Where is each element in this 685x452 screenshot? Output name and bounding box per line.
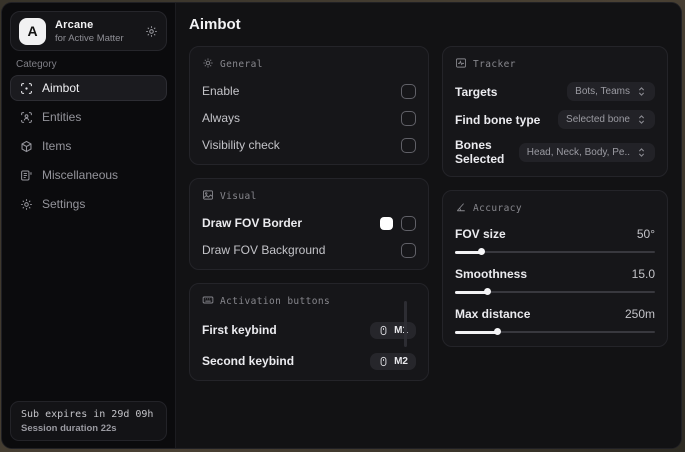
arcane-window: A Arcane for Active Matter Category Aimb… <box>1 2 682 449</box>
second-keybind-button[interactable]: M2 <box>370 352 416 370</box>
slider-handle[interactable] <box>484 288 491 295</box>
brand-card: A Arcane for Active Matter <box>10 11 167 51</box>
max-distance-slider[interactable] <box>455 328 655 336</box>
general-card: General Enable Always Visibility check <box>189 46 429 165</box>
visibility-check-checkbox[interactable] <box>401 137 416 153</box>
sun-gear-icon <box>202 57 214 72</box>
mouse-icon <box>380 325 387 335</box>
unfold-icon <box>638 87 645 96</box>
keybind-row: Second keybind M2 <box>202 352 416 370</box>
slider-row: Smoothness 15.0 <box>455 265 655 296</box>
setting-row: Enable <box>202 82 416 100</box>
brand-logo: A <box>19 17 46 45</box>
gear-icon <box>20 198 33 211</box>
setting-row: Visibility check <box>202 136 416 154</box>
slider-value: 250m <box>624 307 655 321</box>
fov-size-slider[interactable] <box>455 248 655 256</box>
page-title: Aimbot <box>189 16 241 33</box>
sidebar-item-label: Entities <box>42 110 82 124</box>
sidebar-item-label: Aimbot <box>42 81 80 95</box>
list-panel-icon <box>20 169 33 182</box>
card-title: General <box>220 59 263 70</box>
sidebar-item-items[interactable]: Items <box>10 133 167 159</box>
smoothness-slider[interactable] <box>455 288 655 296</box>
setting-row: Targets Bots, Teams <box>455 82 655 101</box>
sidebar-item-entities[interactable]: Entities <box>10 104 167 130</box>
keyboard-icon <box>202 294 214 309</box>
gear-icon[interactable] <box>145 25 158 38</box>
radar-pulse-icon <box>455 57 467 72</box>
tracker-card: Tracker Targets Bots, Teams Find bone ty… <box>442 46 668 177</box>
slider-value: 50° <box>636 227 655 241</box>
angle-icon <box>455 201 467 216</box>
draw-fov-background-checkbox[interactable] <box>401 242 416 258</box>
card-title: Visual <box>220 191 257 202</box>
setting-row: Find bone type Selected bone <box>455 110 655 129</box>
sidebar-item-label: Miscellaneous <box>42 168 119 182</box>
sidebar-item-label: Settings <box>42 197 86 211</box>
accuracy-card: Accuracy FOV size 50° Smoothness 15.0 Ma… <box>442 190 668 347</box>
slider-row: FOV size 50° <box>455 225 655 256</box>
game-backdrop: A Arcane for Active Matter Category Aimb… <box>0 0 685 452</box>
brand-name: Arcane <box>55 18 94 31</box>
sidebar-item-label: Items <box>42 139 72 153</box>
cube-icon <box>20 140 33 153</box>
sidebar-item-miscellaneous[interactable]: Miscellaneous <box>10 162 167 188</box>
mouse-icon <box>380 356 387 366</box>
setting-row: Bones Selected Head, Neck, Body, Pe.. <box>455 138 655 166</box>
slider-row: Max distance 250m <box>455 305 655 336</box>
setting-row: Draw FOV Border <box>202 214 416 232</box>
slider-handle[interactable] <box>478 248 485 255</box>
draw-fov-border-checkbox[interactable] <box>401 215 416 231</box>
unfold-icon <box>638 115 645 124</box>
card-title: Accuracy <box>473 203 522 214</box>
unfold-icon <box>638 147 645 157</box>
category-label: Category <box>16 59 57 70</box>
sub-expires-text: Sub expires in 29d 09h <box>21 409 154 420</box>
keybind-row: First keybind M1 <box>202 321 416 339</box>
scrollbar[interactable] <box>404 301 407 347</box>
visual-card: Visual Draw FOV Border Draw FOV Backgrou… <box>189 178 429 270</box>
targets-dropdown[interactable]: Bots, Teams <box>567 82 655 101</box>
image-icon <box>202 189 214 204</box>
bones-selected-dropdown[interactable]: Head, Neck, Body, Pe.. <box>518 142 655 162</box>
brand-subtitle: for Active Matter <box>55 32 124 44</box>
setting-row: Draw FOV Background <box>202 241 416 259</box>
enable-checkbox[interactable] <box>401 83 416 99</box>
find-bone-type-dropdown[interactable]: Selected bone <box>558 110 655 129</box>
main-panel: Aimbot General Enable Always Visibility … <box>176 3 681 448</box>
person-scan-icon <box>20 111 33 124</box>
slider-handle[interactable] <box>494 328 501 335</box>
session-duration-text: Session duration 22s <box>21 423 117 434</box>
setting-row: Always <box>202 109 416 127</box>
activation-buttons-card: Activation buttons First keybind M1 Seco… <box>189 283 429 381</box>
card-title: Activation buttons <box>220 296 331 307</box>
fov-border-color-swatch[interactable] <box>380 216 393 230</box>
sidebar-item-settings[interactable]: Settings <box>10 191 167 217</box>
first-keybind-button[interactable]: M1 <box>370 321 416 339</box>
sidebar-nav: Aimbot Entities Items Miscellaneous Sett… <box>10 75 167 217</box>
subscription-card: Sub expires in 29d 09h Session duration … <box>10 401 167 441</box>
always-checkbox[interactable] <box>401 110 416 126</box>
crosshair-icon <box>20 82 33 95</box>
card-title: Tracker <box>473 59 516 70</box>
sidebar: A Arcane for Active Matter Category Aimb… <box>2 3 176 448</box>
slider-value: 15.0 <box>631 267 655 281</box>
sidebar-item-aimbot[interactable]: Aimbot <box>10 75 167 101</box>
